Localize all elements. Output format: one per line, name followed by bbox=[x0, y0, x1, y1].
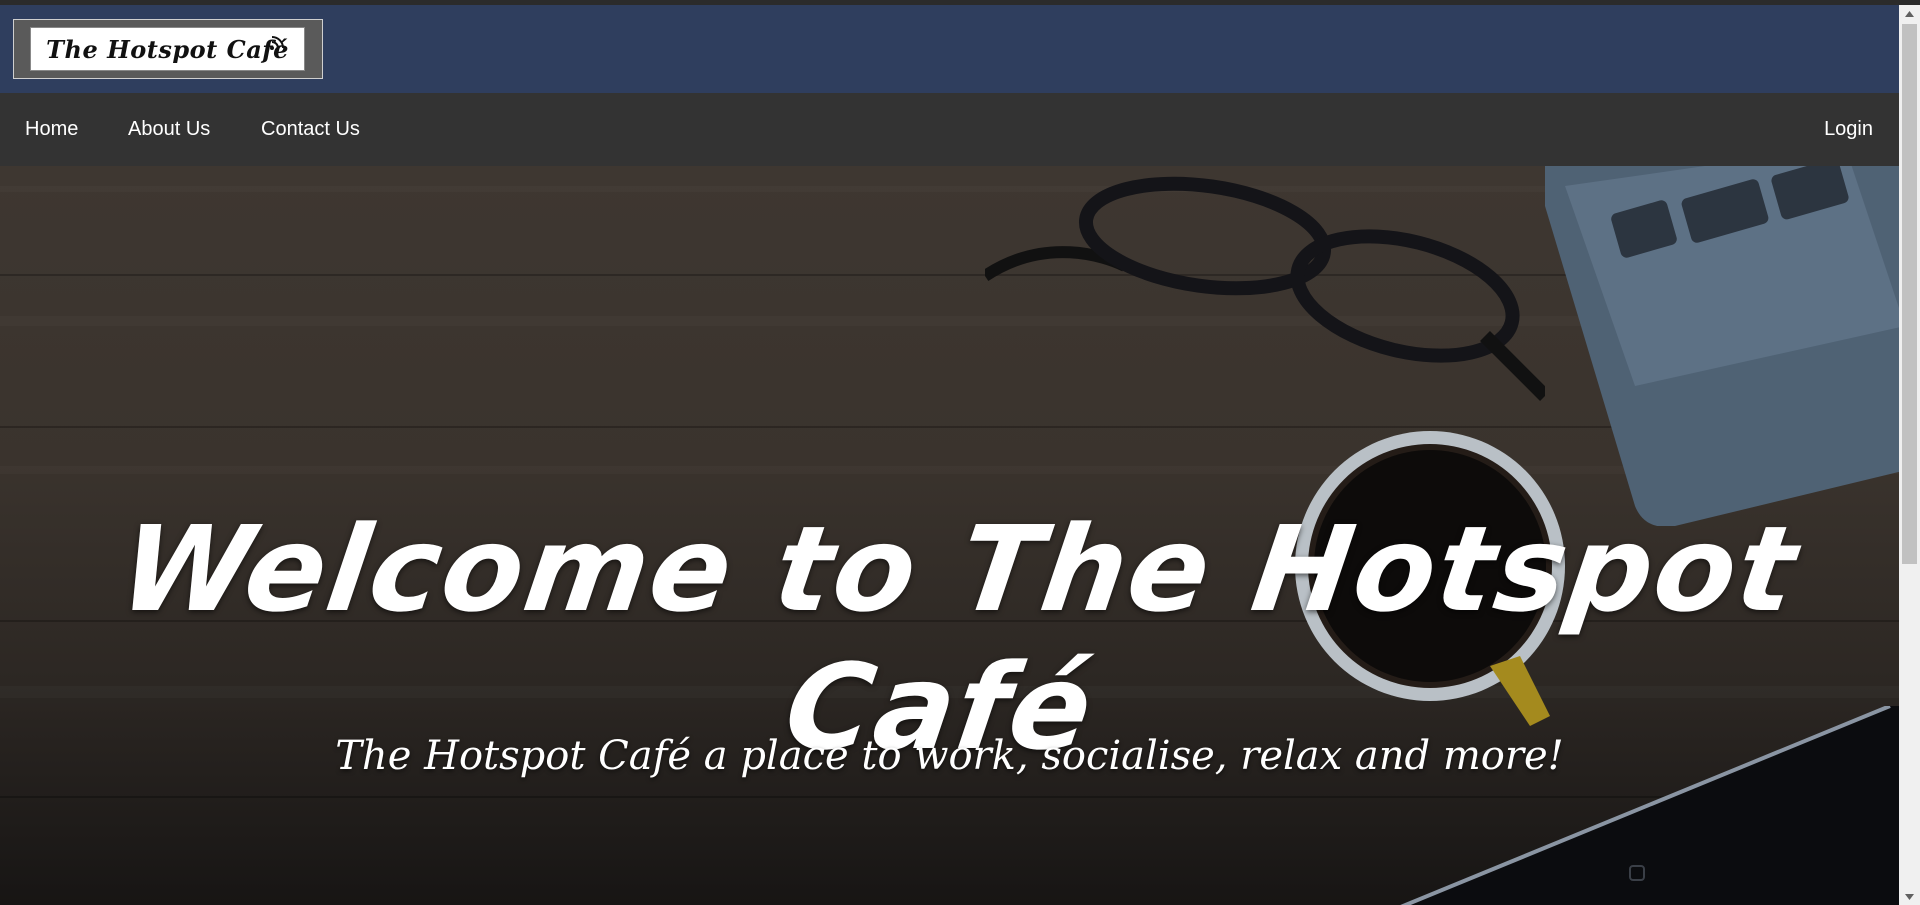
scroll-down-arrow-icon[interactable] bbox=[1899, 888, 1920, 905]
scroll-up-arrow-icon[interactable] bbox=[1899, 5, 1920, 22]
vertical-scrollbar[interactable] bbox=[1899, 5, 1920, 905]
nav-login-link[interactable]: Login bbox=[1824, 93, 1873, 166]
logo-text: The Hotspot Café bbox=[46, 34, 289, 64]
logo-plate: The Hotspot Café bbox=[30, 27, 305, 71]
hero-section: Welcome to The Hotspot Café The Hotspot … bbox=[0, 166, 1899, 905]
brand-bar: The Hotspot Café bbox=[0, 5, 1899, 93]
scrollbar-thumb[interactable] bbox=[1902, 24, 1917, 564]
nav-about-link[interactable]: About Us bbox=[128, 93, 210, 166]
laptop-image bbox=[1545, 166, 1899, 526]
glasses-image bbox=[985, 176, 1545, 401]
nav-home-link[interactable]: Home bbox=[25, 93, 78, 166]
hero-subtitle: The Hotspot Café a place to work, social… bbox=[335, 733, 1564, 779]
wifi-icon bbox=[270, 36, 284, 50]
site-logo[interactable]: The Hotspot Café bbox=[13, 19, 323, 79]
main-navbar: Home About Us Contact Us Login bbox=[0, 93, 1899, 166]
nav-contact-link[interactable]: Contact Us bbox=[261, 93, 360, 166]
